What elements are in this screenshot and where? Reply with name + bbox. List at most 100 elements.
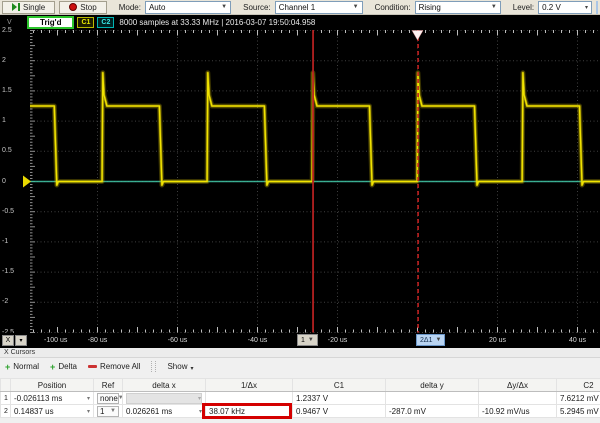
header-inv-dx: 1/Δx xyxy=(206,379,293,392)
chevron-down-icon: ▼ xyxy=(308,337,314,343)
cursor1-delta-y-value xyxy=(386,392,479,405)
x-tick-label: 20 us xyxy=(489,337,506,344)
stop-button[interactable]: Stop xyxy=(59,1,106,14)
condition-value: Rising xyxy=(419,3,441,12)
toolbar-separator xyxy=(151,361,156,372)
waveform-display[interactable]: 2.521.510.50-0.5-1-1.5-2-2.5 xyxy=(0,29,600,333)
y-tick-label: -0.5 xyxy=(2,208,14,216)
plus-icon: + xyxy=(50,363,55,371)
minus-icon xyxy=(88,365,97,368)
cursor1-delta-x-select-disabled: ▾ xyxy=(126,393,202,404)
header-c1: C1 xyxy=(293,379,386,392)
remove-all-cursors-button[interactable]: Remove All xyxy=(88,362,140,371)
cursor2-c1-value: 0.9467 V xyxy=(293,405,386,418)
mode-select[interactable]: Auto ▼ xyxy=(145,1,231,14)
status-bar: V Trig'd C1 C2 8000 samples at 33.33 MHz… xyxy=(0,15,600,29)
sample-info-text: 8000 samples at 33.33 MHz | 2016-03-07 1… xyxy=(119,18,315,27)
y-axis-unit-label: V xyxy=(2,19,24,26)
cursor2-delta-y-value: -287.0 mV xyxy=(386,405,479,418)
plus-icon: + xyxy=(5,363,10,371)
x-axis-mode-button[interactable]: X xyxy=(2,335,14,346)
y-tick-label: 0 xyxy=(2,178,6,186)
chevron-down-icon: ▼ xyxy=(353,4,359,10)
x-cursors-panel-title: X Cursors xyxy=(0,348,600,358)
cursor2-position-value: 0.14837 us xyxy=(14,407,54,416)
chevron-down-icon: ▼ xyxy=(110,408,116,414)
show-menu-button[interactable]: Show ▾ xyxy=(167,361,193,372)
cursor2-chip-label: 2Δ1 xyxy=(420,337,432,344)
header-num xyxy=(1,379,11,392)
source-value: Channel 1 xyxy=(279,3,315,12)
y-tick-label: 0.5 xyxy=(2,147,12,155)
cursor1-c2-value: 7.6212 mV xyxy=(557,392,600,405)
table-header-row: Position Ref delta x 1/Δx C1 delta y Δy/… xyxy=(1,379,600,392)
y-tick-label: 1.5 xyxy=(2,87,12,95)
level-value: 0.2 V xyxy=(542,3,561,12)
header-c2: C2 xyxy=(557,379,600,392)
cursor2-delta-x-value: 0.026261 ms xyxy=(126,407,172,416)
chevron-down-icon: ▾ xyxy=(585,4,588,11)
cursor1-ref-select[interactable]: none ▼ xyxy=(97,393,119,404)
main-toolbar: Single Stop Mode: Auto ▼ Source: Channel… xyxy=(0,0,600,15)
cursor2-position-select[interactable]: 0.14837 us ▾ xyxy=(14,406,90,417)
cursor2-c2-value: 5.2945 mV xyxy=(557,405,600,418)
chevron-down-icon: ▾ xyxy=(190,365,193,372)
source-select[interactable]: Channel 1 ▼ xyxy=(275,1,363,14)
cursor2-delta-x-select[interactable]: 0.026261 ms ▾ xyxy=(126,406,202,417)
chevron-down-icon: ▼ xyxy=(118,395,123,401)
remove-all-button-label: Remove All xyxy=(100,362,140,371)
header-delta-x: delta x xyxy=(123,379,206,392)
cursor2-ref-value: 1 xyxy=(100,407,104,416)
header-dydx: Δy/Δx xyxy=(479,379,557,392)
chevron-down-icon: ▾ xyxy=(199,408,202,415)
header-position: Position xyxy=(11,379,94,392)
level-select[interactable]: 0.2 V ▾ xyxy=(538,1,592,14)
level-label: Level: xyxy=(513,3,534,12)
condition-select[interactable]: Rising ▼ xyxy=(415,1,501,14)
x-cursors-panel: X Cursors + Normal + Delta Remove All Sh… xyxy=(0,348,600,423)
cursor1-chip[interactable]: 1 ▼ xyxy=(297,334,318,346)
cursor1-position-select[interactable]: -0.026113 ms ▾ xyxy=(14,393,90,404)
x-axis-dropdown-button[interactable]: ▾ xyxy=(15,335,27,346)
single-button[interactable]: Single xyxy=(2,1,55,14)
x-tick-label: -60 us xyxy=(168,337,187,344)
x-tick-label: 40 us xyxy=(569,337,586,344)
cursor-row-1: 1 -0.026113 ms ▾ none ▼ ▾ 1.2337 V 7.621… xyxy=(1,392,600,405)
y-tick-label: 2.5 xyxy=(2,27,12,35)
row-number: 2 xyxy=(1,405,11,418)
x-tick-label: -80 us xyxy=(88,337,107,344)
x-tick-label: -20 us xyxy=(328,337,347,344)
chevron-down-icon: ▼ xyxy=(435,337,441,343)
mode-label: Mode: xyxy=(119,3,141,12)
cursor1-position-value: -0.026113 ms xyxy=(14,394,62,403)
channel1-badge[interactable]: C1 xyxy=(77,17,94,28)
mode-value: Auto xyxy=(149,3,165,12)
channel2-badge[interactable]: C2 xyxy=(97,17,114,28)
cursor2-chip[interactable]: 2Δ1 ▼ xyxy=(416,334,445,346)
cursor-row-2: 2 0.14837 us ▾ 1 ▼ 0.026261 ms ▾ 38.07 k… xyxy=(1,405,600,418)
source-label: Source: xyxy=(243,3,271,12)
row-number: 1 xyxy=(1,392,11,405)
chevron-down-icon: ▾ xyxy=(87,408,90,415)
stop-icon xyxy=(69,3,77,11)
chevron-down-icon: ▾ xyxy=(198,395,201,402)
stop-button-label: Stop xyxy=(80,3,96,12)
cursor2-ref-select[interactable]: 1 ▼ xyxy=(97,406,119,417)
cursor1-dydx-value xyxy=(479,392,557,405)
y-tick-label: -1 xyxy=(2,238,8,246)
show-button-label: Show xyxy=(167,362,187,371)
x-axis-bar: X ▾ -100 us -80 us -60 us -40 us -20 us 20 us… xyxy=(0,333,600,348)
y-tick-label: -1.5 xyxy=(2,268,14,276)
x-tick-label: -100 us xyxy=(44,337,67,344)
ground-marker-icon xyxy=(23,176,31,188)
single-trigger-icon xyxy=(12,3,20,11)
scope-canvas xyxy=(0,29,600,333)
x-tick-label: -40 us xyxy=(248,337,267,344)
cursor1-chip-label: 1 xyxy=(301,337,305,344)
trigger-status-badge: Trig'd xyxy=(27,16,74,29)
add-normal-cursor-button[interactable]: + Normal xyxy=(5,362,39,371)
add-delta-cursor-button[interactable]: + Delta xyxy=(50,362,77,371)
header-delta-y: delta y xyxy=(386,379,479,392)
y-tick-label: 1 xyxy=(2,117,6,125)
chevron-down-icon: ▼ xyxy=(491,4,497,10)
